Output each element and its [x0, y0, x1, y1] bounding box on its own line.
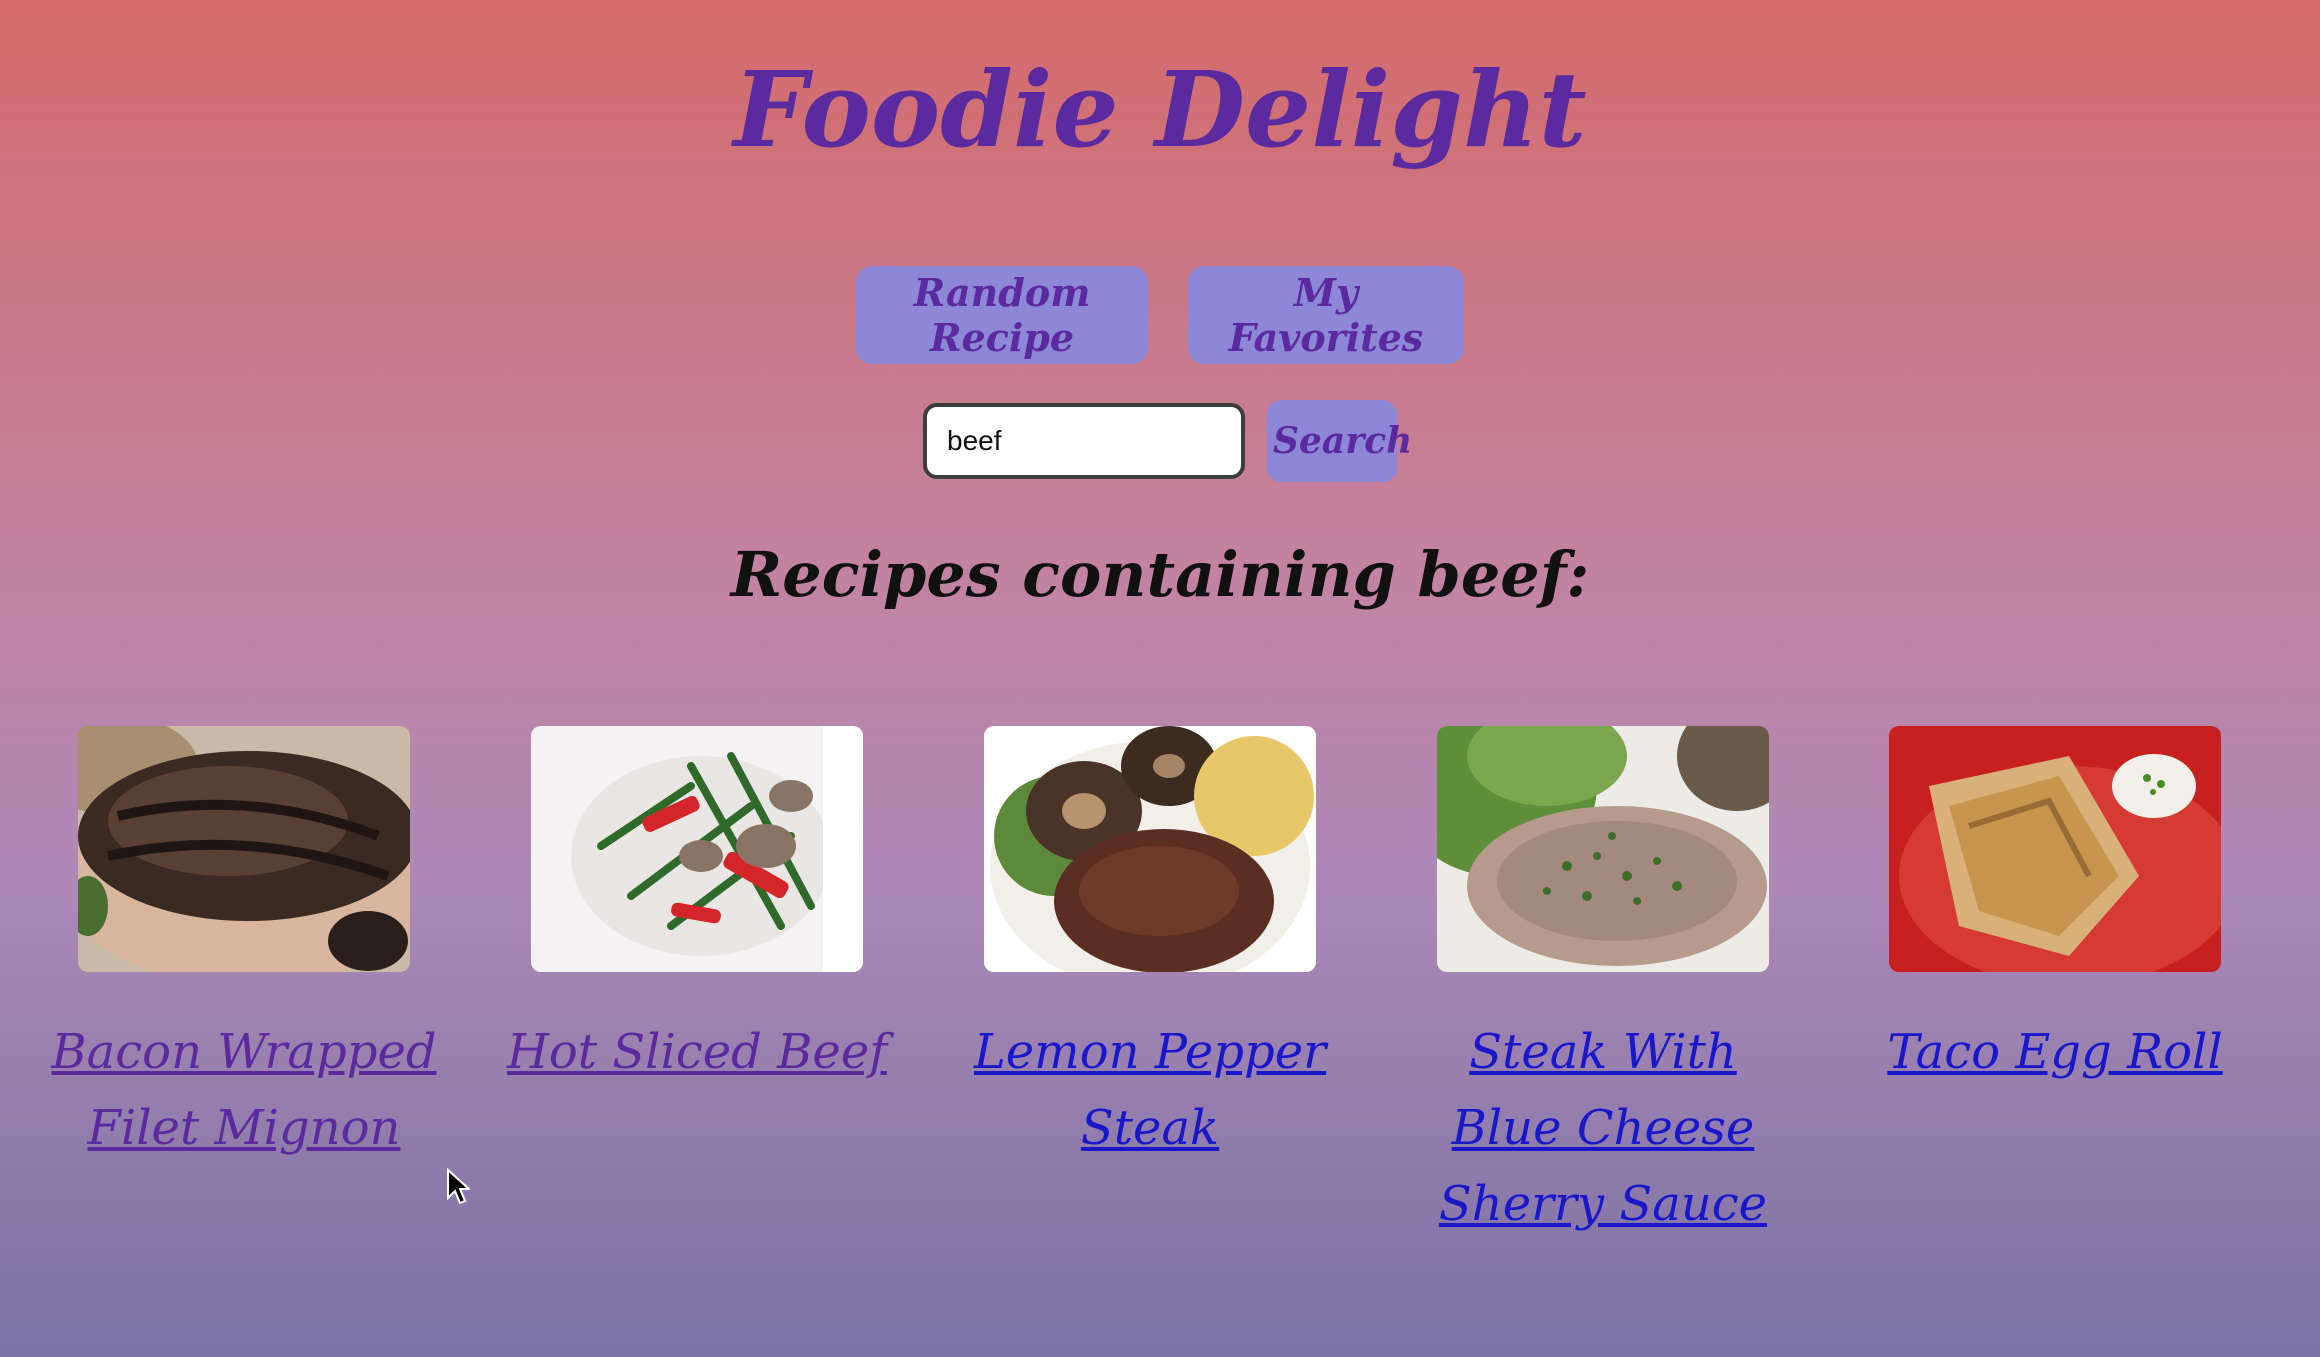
recipe-link[interactable]: Taco Egg Roll	[1859, 1014, 2251, 1090]
random-recipe-button[interactable]: Random Recipe	[856, 266, 1148, 364]
egg-roll-photo[interactable]	[1889, 726, 2221, 972]
recipe-link[interactable]: Lemon Pepper Steak	[954, 1014, 1346, 1166]
recipe-card: Lemon Pepper Steak	[974, 726, 1326, 1166]
nav-buttons: Random Recipe My Favorites	[0, 266, 2320, 364]
search-bar: Search	[0, 400, 2320, 482]
search-button[interactable]: Search	[1267, 400, 1412, 482]
site-title: Foodie Delight	[733, 48, 1587, 171]
recipe-card: Bacon Wrapped Filet Mignon	[51, 726, 437, 1166]
results-heading: Recipes containing beef:	[730, 538, 1590, 611]
recipe-link[interactable]: Steak With Blue Cheese Sherry Sauce	[1407, 1014, 1799, 1242]
recipe-card: Hot Sliced Beef	[507, 726, 887, 1090]
search-input[interactable]	[923, 403, 1245, 479]
mouse-cursor-icon	[447, 1168, 470, 1205]
steak-herb-sauce-photo[interactable]	[1437, 726, 1769, 972]
my-favorites-button[interactable]: My Favorites	[1188, 266, 1464, 364]
recipe-card: Steak With Blue Cheese Sherry Sauce	[1437, 726, 1769, 1242]
recipe-card: Taco Egg Roll	[1887, 726, 2223, 1090]
recipe-link[interactable]: Bacon Wrapped Filet Mignon	[48, 1014, 440, 1166]
recipe-link[interactable]: Hot Sliced Beef	[501, 1014, 893, 1090]
grilled-filet-photo[interactable]	[78, 726, 410, 972]
stir-fry-photo[interactable]	[531, 726, 863, 972]
steak-mushroom-photo[interactable]	[984, 726, 1316, 972]
